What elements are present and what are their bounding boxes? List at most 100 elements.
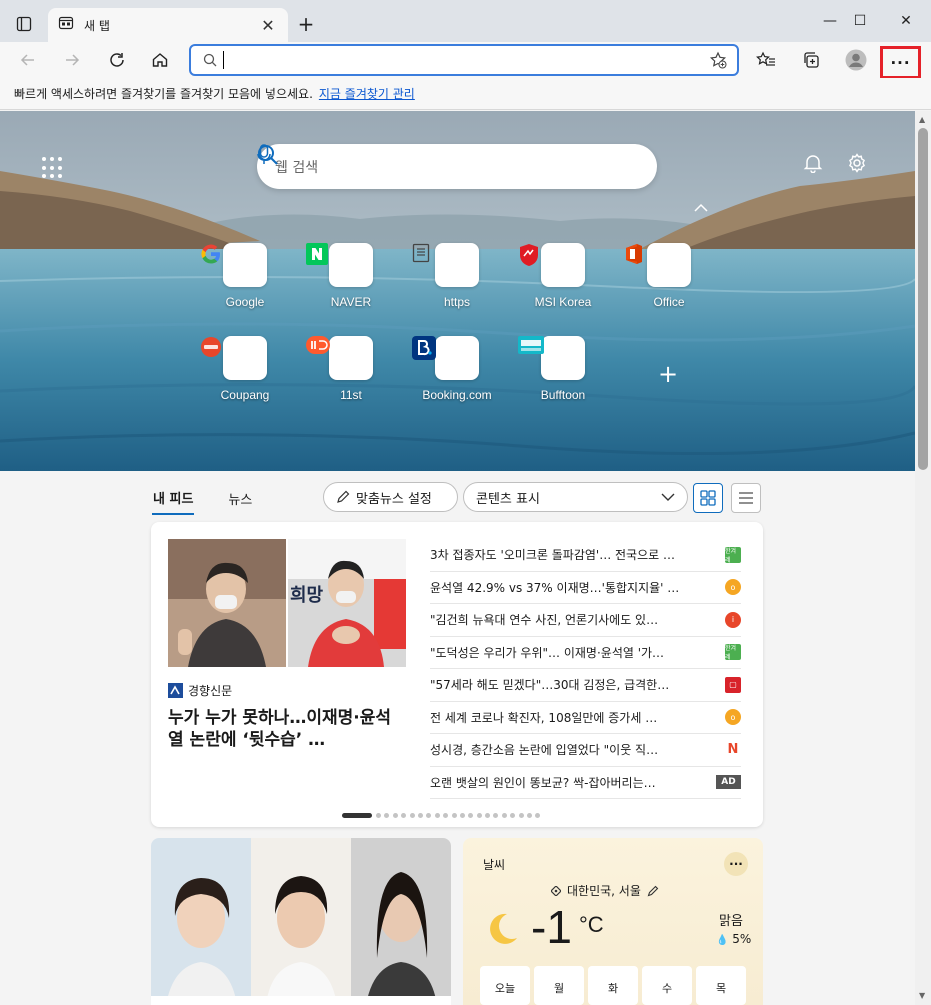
maximize-button[interactable]: ☐ <box>840 8 880 34</box>
address-input[interactable] <box>232 48 709 72</box>
carousel-pager <box>342 813 544 818</box>
content-display-dropdown[interactable]: 콘텐츠 표시 <box>463 482 688 512</box>
scroll-down-arrow-icon[interactable]: ▼ <box>919 991 925 1000</box>
news-publisher[interactable]: 경향신문 <box>168 682 232 699</box>
news-list-item[interactable]: 윤석열 42.9% vs 37% 이재명…'통합지지율' … o <box>430 572 741 604</box>
add-quick-link-plus-icon[interactable]: + <box>656 362 680 386</box>
forward-button[interactable] <box>58 46 86 74</box>
news-list-item[interactable]: "도덕성은 우리가 우위"… 이재명·윤석열 '가… 한겨레 <box>430 637 741 669</box>
news-item-title: 성시경, 층간소음 논란에 입열었다 "이웃 직… <box>430 743 659 758</box>
quick-link-bufftoon[interactable]: Bufftoon <box>518 336 608 402</box>
forecast-day[interactable]: 오늘 <box>480 966 530 1005</box>
scrollbar-thumb[interactable] <box>918 128 928 470</box>
news-headline[interactable]: 누가 누가 못하나…이재명·윤석열 논란에 ‘뒷수습’ … <box>168 707 406 751</box>
pager-dot[interactable] <box>518 813 524 818</box>
tab-close-icon[interactable]: ✕ <box>258 15 278 35</box>
add-favorite-star-icon[interactable] <box>709 51 727 69</box>
home-button[interactable] <box>146 46 174 74</box>
people-card[interactable] <box>151 838 451 1005</box>
quick-link-label: Office <box>653 295 685 309</box>
pager-dot[interactable] <box>485 813 491 818</box>
forecast-day[interactable]: 수 <box>642 966 692 1005</box>
favorites-button[interactable] <box>752 46 780 74</box>
pager-dot[interactable] <box>493 813 499 818</box>
grid-view-button[interactable] <box>693 483 723 513</box>
favorites-star-list-icon <box>756 51 775 66</box>
pager-dot[interactable] <box>476 813 482 818</box>
refresh-button[interactable] <box>103 46 131 74</box>
apps-launcher-icon[interactable] <box>42 157 64 179</box>
quick-link-label: 11st <box>340 388 362 402</box>
news-photo[interactable]: 희망 <box>168 539 406 667</box>
quick-link-https[interactable]: https <box>412 243 502 309</box>
new-tab-button[interactable]: + <box>294 12 318 36</box>
quick-link-naver[interactable]: NAVER <box>306 243 396 309</box>
quick-link-label: MSI Korea <box>534 295 592 309</box>
settings-and-more-button[interactable]: ··· <box>880 46 921 79</box>
people-photo <box>151 838 451 1005</box>
weather-location[interactable]: 대한민국, 서울 <box>551 882 659 899</box>
pager-dot[interactable] <box>401 813 407 818</box>
pager-dot[interactable] <box>434 813 440 818</box>
quick-link-label: NAVER <box>330 295 372 309</box>
text-cursor <box>223 51 224 69</box>
pager-dot[interactable] <box>392 813 398 818</box>
list-view-button[interactable] <box>731 483 761 513</box>
page-settings-gear-icon[interactable] <box>847 153 875 181</box>
personalize-button[interactable]: 맞춤뉴스 설정 <box>323 482 458 512</box>
pager-dot[interactable] <box>384 813 390 818</box>
forecast-day[interactable]: 화 <box>588 966 638 1005</box>
forecast-day[interactable]: 목 <box>696 966 746 1005</box>
web-search-placeholder: 웹 검색 <box>275 159 319 176</box>
news-list-item[interactable]: 성시경, 층간소음 논란에 입열었다 "이웃 직… N <box>430 734 741 767</box>
personalize-label: 맞춤뉴스 설정 <box>356 491 432 507</box>
pager-dot[interactable] <box>409 813 415 818</box>
news-list-item[interactable]: "57세라 해도 믿겠다"…30대 김정은, 급격한… ▢ <box>430 669 741 702</box>
tab-actions-icon[interactable] <box>12 12 36 36</box>
temperature-unit[interactable]: °C <box>579 912 604 938</box>
quick-link-coupang[interactable]: Coupang <box>200 336 290 402</box>
precipitation: 💧 5% <box>716 932 751 946</box>
quick-link-label: Coupang <box>220 388 270 402</box>
pager-dot[interactable] <box>510 813 516 818</box>
tab-news[interactable]: 뉴스 <box>227 483 253 514</box>
scroll-up-arrow-icon[interactable]: ▲ <box>919 115 925 124</box>
news-card[interactable]: 희망 경향신문 누가 누가 못하나…이재명·윤석열 논란에 ‘뒷수습’ … 3차… <box>151 522 763 827</box>
manage-favorites-link[interactable]: 지금 즐겨찾기 관리 <box>319 85 415 102</box>
pager-dot[interactable] <box>443 813 449 818</box>
back-button[interactable] <box>14 46 42 74</box>
close-window-button[interactable]: ✕ <box>886 8 926 34</box>
news-list-item[interactable]: 3차 접종자도 '오미크론 돌파감염'… 전국으로 … 한겨레 <box>430 539 741 572</box>
pager-dot-active[interactable] <box>342 813 372 818</box>
weather-more-button[interactable]: ··· <box>724 852 748 876</box>
pager-dot[interactable] <box>459 813 465 818</box>
page-scrollbar[interactable]: ▲ ▼ <box>915 111 931 1005</box>
pager-dot[interactable] <box>501 813 507 818</box>
tab-my-feed[interactable]: 내 피드 <box>152 482 195 515</box>
pager-dot[interactable] <box>535 813 541 818</box>
pager-dot[interactable] <box>376 813 381 818</box>
web-search-box[interactable]: 웹 검색 <box>257 144 657 189</box>
notifications-bell-icon[interactable] <box>803 153 831 181</box>
weather-card[interactable]: 날씨 ··· 대한민국, 서울 -1 °C 맑음 💧 5% 오늘 월 화 수 목 <box>463 838 763 1005</box>
address-bar[interactable] <box>189 44 739 76</box>
news-list-item[interactable]: "김건희 뉴욕대 연수 사진, 언론기사에도 있… i <box>430 604 741 637</box>
quick-link-google[interactable]: Google <box>200 243 290 309</box>
pager-dot[interactable] <box>451 813 457 818</box>
edit-location-pencil-icon[interactable] <box>647 885 659 897</box>
pager-dot[interactable] <box>426 813 432 818</box>
quick-link-booking[interactable]: Booking.com <box>412 336 502 402</box>
news-list-item[interactable]: 전 세계 코로나 확진자, 108일만에 증가세 … o <box>430 702 741 734</box>
tab-new-tab[interactable]: 새 탭 ✕ <box>48 8 288 42</box>
quick-link-11st[interactable]: 11st <box>306 336 396 402</box>
pager-dot[interactable] <box>468 813 474 818</box>
collections-button[interactable] <box>797 46 825 74</box>
pager-dot[interactable] <box>527 813 533 818</box>
booking-logo-icon <box>412 336 479 380</box>
forecast-day[interactable]: 월 <box>534 966 584 1005</box>
pager-dot[interactable] <box>417 813 423 818</box>
quick-link-office[interactable]: Office <box>624 243 714 309</box>
news-list-item[interactable]: 오랜 뱃살의 원인이 똥보균? 싹-잡아버리는… AD <box>430 767 741 799</box>
profile-button[interactable] <box>842 46 870 74</box>
quick-link-msi-korea[interactable]: MSI Korea <box>518 243 608 309</box>
